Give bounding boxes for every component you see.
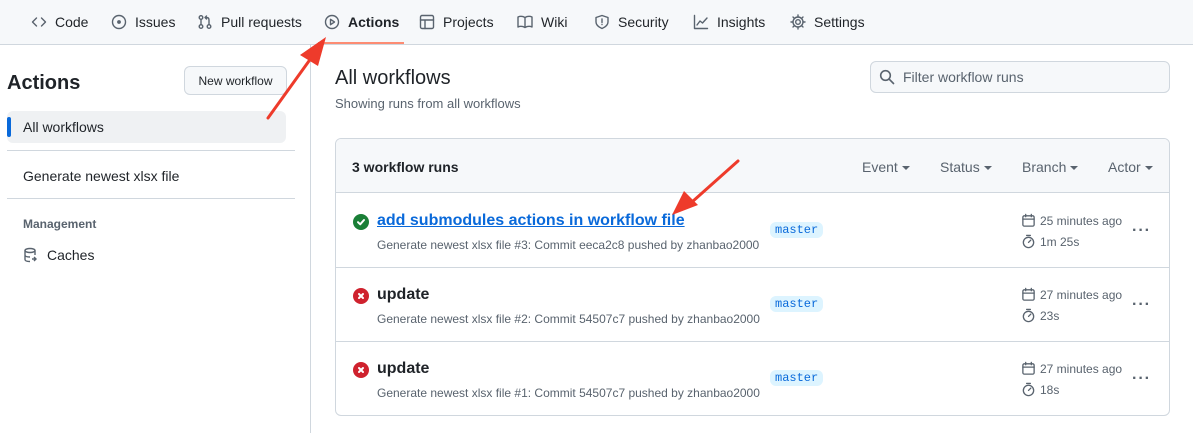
workflow-run-row: add submodules actions in workflow file … xyxy=(336,194,1169,268)
shield-icon xyxy=(595,14,609,30)
run-options-kebab-icon[interactable]: ··· xyxy=(1132,296,1151,314)
duration-text: 18s xyxy=(1040,382,1060,397)
time-ago-text: 25 minutes ago xyxy=(1040,213,1123,228)
tab-wiki[interactable]: Wiki xyxy=(509,0,575,44)
run-title-link[interactable]: update xyxy=(377,286,429,304)
sidebar-divider xyxy=(7,198,295,199)
actor-filter-dropdown[interactable]: Actor xyxy=(1108,159,1153,175)
tab-label: Actions xyxy=(348,14,400,30)
page-title: All workflows xyxy=(335,67,451,89)
tab-label: Settings xyxy=(814,14,865,30)
workflow-run-row: update Generate newest xlsx file #1: Com… xyxy=(336,342,1169,415)
stopwatch-icon xyxy=(1022,234,1035,249)
database-icon xyxy=(24,247,37,263)
code-icon xyxy=(31,17,47,27)
stopwatch-icon xyxy=(1022,308,1035,323)
workflow-run-row: update Generate newest xlsx file #2: Com… xyxy=(336,268,1169,342)
dropdown-label: Status xyxy=(940,159,980,175)
repo-nav: Code Issues Pull requests Actions Projec… xyxy=(0,0,1193,45)
graph-icon xyxy=(693,14,709,30)
sidebar-divider xyxy=(7,150,295,151)
tab-label: Insights xyxy=(717,14,766,30)
tab-label: Code xyxy=(55,14,89,30)
tab-security[interactable]: Security xyxy=(586,0,677,44)
caret-down-icon xyxy=(983,166,992,170)
tab-actions[interactable]: Actions xyxy=(316,0,407,44)
issue-icon xyxy=(111,14,127,30)
run-meta: Generate newest xlsx file #2: Commit 545… xyxy=(377,312,760,326)
actions-sidebar: Actions New workflow All workflows Gener… xyxy=(0,45,311,433)
tab-issues[interactable]: Issues xyxy=(103,0,183,44)
active-tab-underline xyxy=(318,42,404,44)
time-ago-text: 27 minutes ago xyxy=(1040,361,1123,376)
run-duration: 18s xyxy=(1021,382,1059,397)
duration-text: 1m 25s xyxy=(1040,234,1080,249)
gear-icon xyxy=(790,14,806,30)
tab-code[interactable]: Code xyxy=(23,0,96,44)
run-options-kebab-icon[interactable]: ··· xyxy=(1132,222,1151,240)
dropdown-label: Event xyxy=(862,159,898,175)
tab-pull-requests[interactable]: Pull requests xyxy=(189,0,310,44)
management-heading: Management xyxy=(23,217,97,231)
run-title-link[interactable]: add submodules actions in workflow file xyxy=(377,212,685,230)
failure-x-icon xyxy=(353,288,369,304)
branch-label[interactable]: master xyxy=(770,296,824,312)
dropdown-label: Branch xyxy=(1022,159,1067,175)
run-duration: 23s xyxy=(1021,308,1059,323)
table-icon xyxy=(419,14,435,30)
book-icon xyxy=(517,15,533,29)
failure-x-icon xyxy=(353,362,369,378)
page-subtitle: Showing runs from all workflows xyxy=(335,96,521,111)
calendar-icon xyxy=(1022,361,1035,375)
filter-runs-field[interactable] xyxy=(870,61,1170,93)
time-ago-text: 27 minutes ago xyxy=(1040,287,1123,302)
sidebar-item-label: All workflows xyxy=(23,119,104,135)
sidebar-item-label: Caches xyxy=(47,247,95,263)
tab-label: Security xyxy=(618,14,669,30)
event-filter-dropdown[interactable]: Event xyxy=(862,159,910,175)
run-time-ago: 27 minutes ago xyxy=(1021,287,1122,302)
run-duration: 1m 25s xyxy=(1021,234,1079,249)
calendar-icon xyxy=(1022,287,1035,301)
run-time-ago: 27 minutes ago xyxy=(1021,361,1122,376)
run-title-link[interactable]: update xyxy=(377,360,429,378)
play-icon xyxy=(324,14,340,30)
sidebar-item-caches[interactable]: Caches xyxy=(23,247,94,263)
branch-filter-dropdown[interactable]: Branch xyxy=(1022,159,1079,175)
caret-down-icon xyxy=(1144,166,1153,170)
branch-label[interactable]: master xyxy=(770,222,824,238)
sidebar-item-generate-newest-xlsx[interactable]: Generate newest xlsx file xyxy=(23,168,179,184)
status-filter-dropdown[interactable]: Status xyxy=(940,159,992,175)
duration-text: 23s xyxy=(1040,308,1060,323)
tab-label: Pull requests xyxy=(221,14,302,30)
workflow-runs-box: 3 workflow runs Event Status Branch Acto… xyxy=(335,138,1170,416)
success-check-icon xyxy=(353,214,369,230)
tab-projects[interactable]: Projects xyxy=(411,0,502,44)
run-time-ago: 25 minutes ago xyxy=(1021,213,1122,228)
caret-down-icon xyxy=(901,166,910,170)
search-icon xyxy=(879,69,895,85)
run-meta: Generate newest xlsx file #3: Commit eec… xyxy=(377,238,760,252)
tab-label: Issues xyxy=(135,14,176,30)
tab-label: Wiki xyxy=(541,14,568,30)
pull-request-icon xyxy=(198,15,212,29)
tab-settings[interactable]: Settings xyxy=(782,0,873,44)
run-count: 3 workflow runs xyxy=(352,159,459,175)
tab-insights[interactable]: Insights xyxy=(685,0,773,44)
tab-label: Projects xyxy=(443,14,494,30)
new-workflow-button[interactable]: New workflow xyxy=(184,66,287,95)
runs-header: 3 workflow runs Event Status Branch Acto… xyxy=(336,139,1169,193)
stopwatch-icon xyxy=(1022,382,1035,397)
active-indicator xyxy=(7,117,11,137)
run-meta: Generate newest xlsx file #1: Commit 545… xyxy=(377,386,760,400)
filter-runs-input[interactable] xyxy=(903,69,1153,85)
run-options-kebab-icon[interactable]: ··· xyxy=(1132,370,1151,388)
calendar-icon xyxy=(1022,213,1035,227)
caret-down-icon xyxy=(1070,166,1079,170)
branch-label[interactable]: master xyxy=(770,370,824,386)
sidebar-item-all-workflows[interactable]: All workflows xyxy=(7,111,286,143)
dropdown-label: Actor xyxy=(1108,159,1141,175)
sidebar-title: Actions xyxy=(7,72,81,94)
